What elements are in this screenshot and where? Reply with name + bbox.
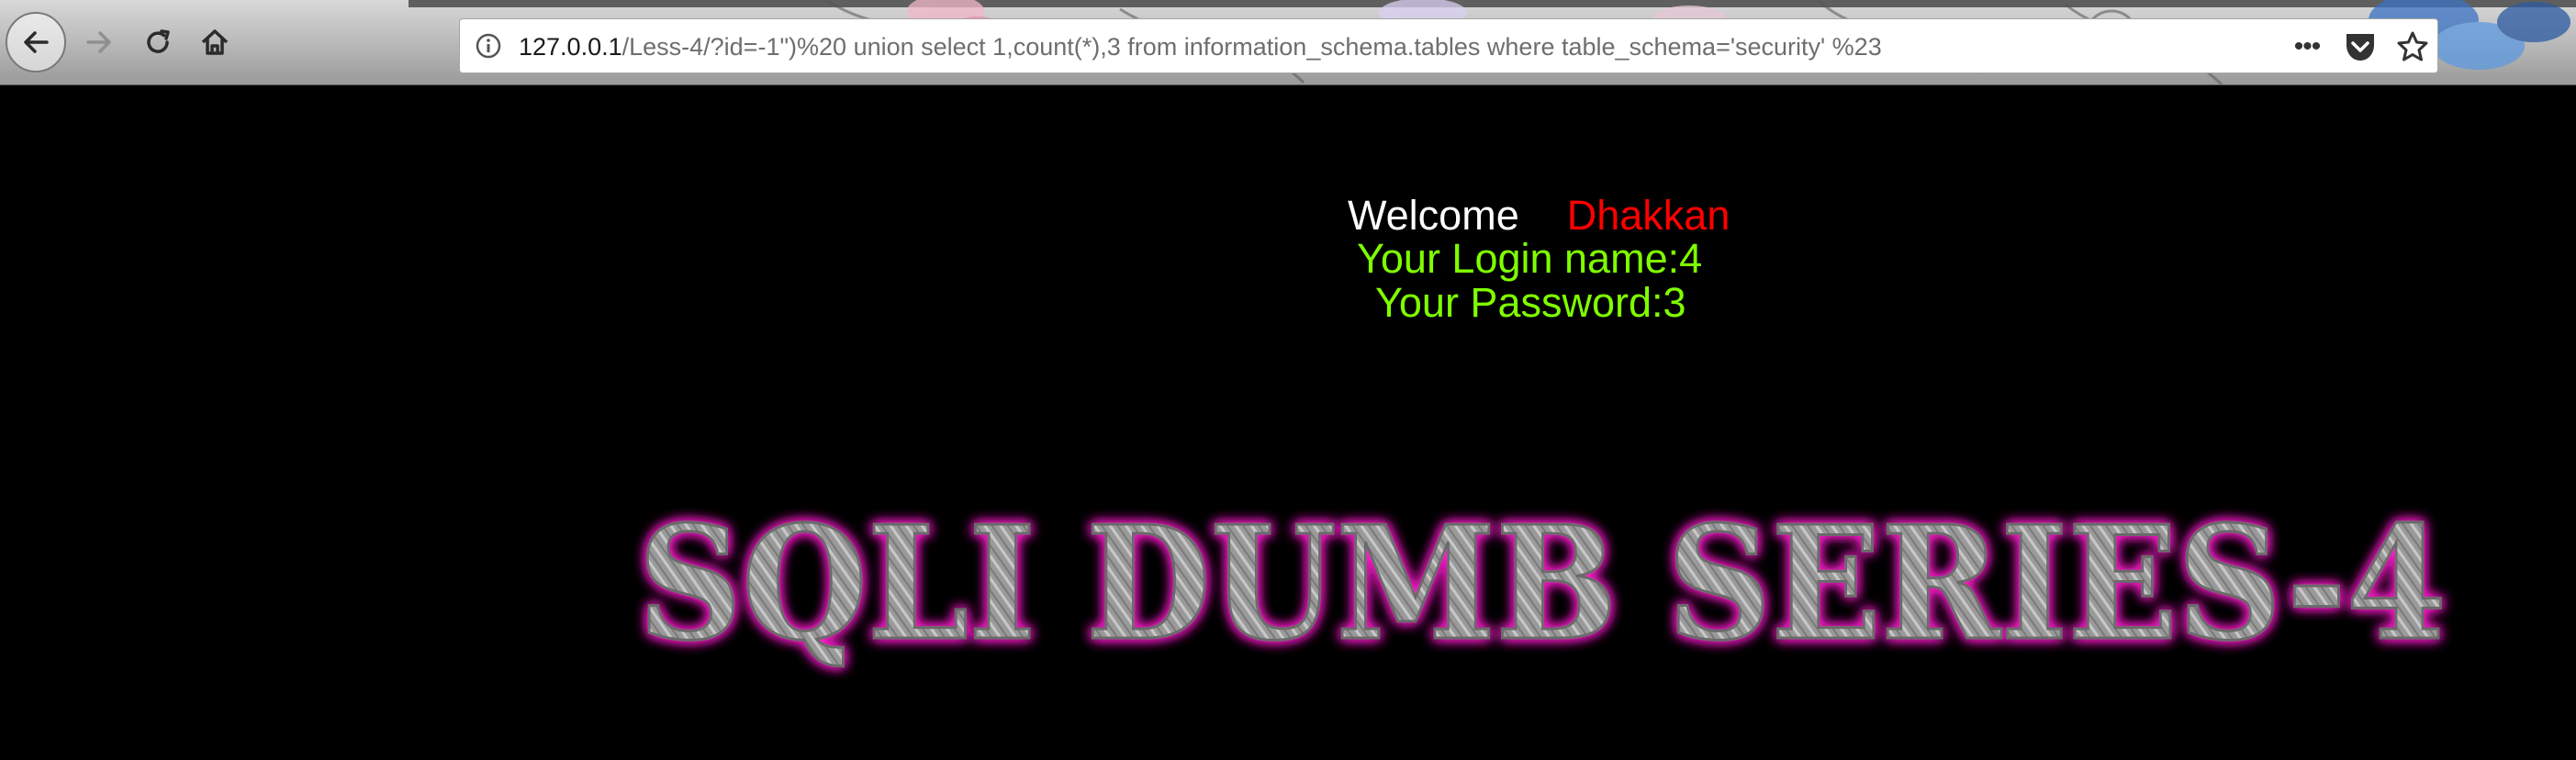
- welcome-line: Welcome Dhakkan: [1348, 192, 1730, 240]
- back-button[interactable]: [6, 12, 66, 73]
- bookmark-star-icon[interactable]: [2395, 29, 2430, 64]
- url-path: /Less-4/?id=-1")%20 union select 1,count…: [622, 33, 1882, 61]
- forward-button[interactable]: [70, 13, 129, 72]
- user-name: Dhakkan: [1566, 192, 1730, 239]
- home-icon: [201, 29, 229, 55]
- info-icon[interactable]: [475, 32, 502, 60]
- reload-button[interactable]: [129, 13, 187, 72]
- home-button[interactable]: [185, 13, 244, 72]
- login-name-result: Your Login name:4: [1357, 235, 1703, 282]
- banner-text: SQLI DUMB SERIES-4: [638, 492, 2447, 676]
- pocket-icon[interactable]: [2344, 29, 2377, 64]
- password-result: Your Password:3: [1375, 279, 1686, 326]
- more-actions-icon[interactable]: •••: [2289, 28, 2325, 65]
- forward-arrow-icon: [86, 31, 111, 53]
- welcome-label: Welcome: [1348, 192, 1519, 239]
- page-content: Welcome Dhakkan Your Login name:4 Your Pa…: [0, 85, 2576, 760]
- sqli-dumb-series-banner: SQLI DUMB SERIES-4: [637, 491, 2448, 677]
- url-host: 127.0.0.1: [519, 33, 622, 61]
- reload-icon: [147, 29, 170, 53]
- url-text[interactable]: 127.0.0.1/Less-4/?id=-1")%20 union selec…: [519, 31, 1882, 62]
- browser-toolbar: 127.0.0.1/Less-4/?id=-1")%20 union selec…: [0, 0, 2576, 85]
- address-bar[interactable]: 127.0.0.1/Less-4/?id=-1")%20 union selec…: [459, 18, 2438, 73]
- back-arrow-icon: [24, 31, 49, 53]
